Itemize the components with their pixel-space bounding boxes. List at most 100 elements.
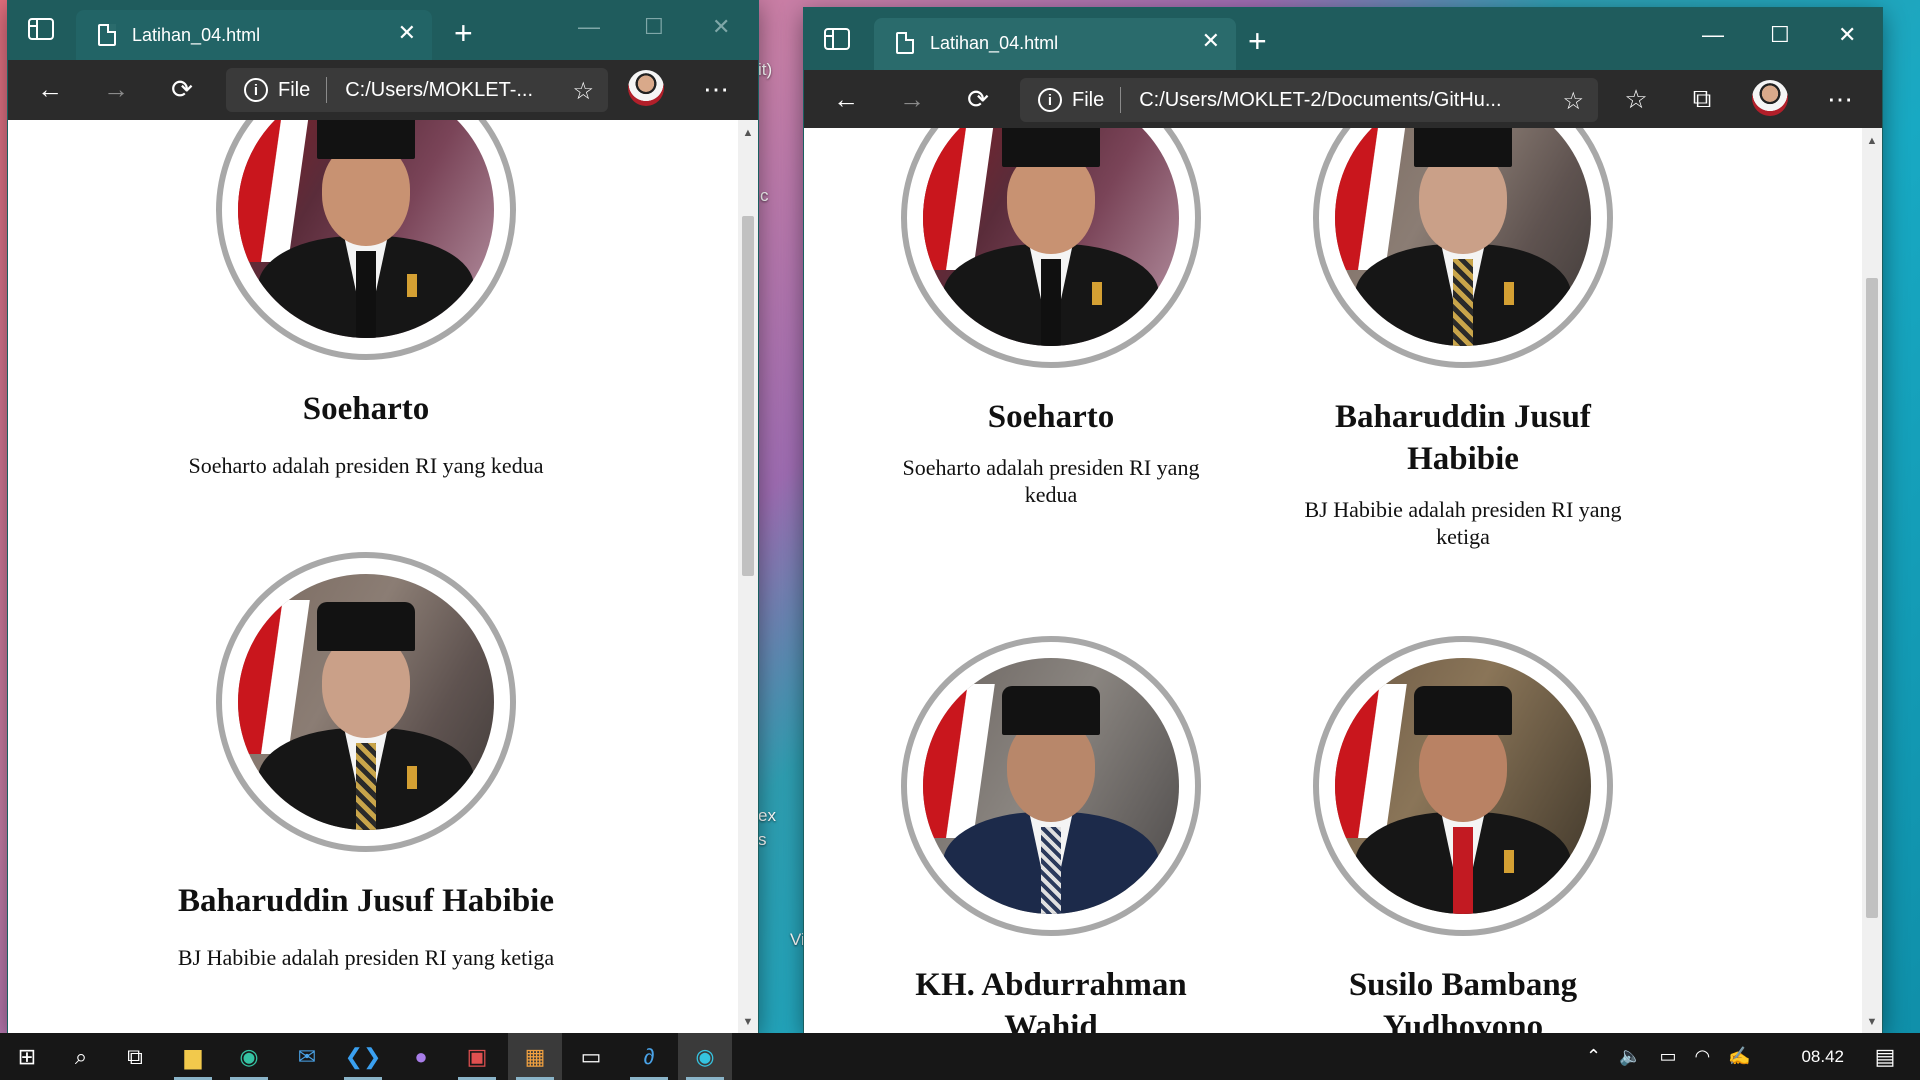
notification-icon[interactable]: ▤ bbox=[1858, 1033, 1912, 1080]
refresh-icon[interactable]: ⟳ bbox=[162, 70, 202, 108]
address-bar[interactable]: i File C:/Users/MOKLET-2/Documents/GitHu… bbox=[1020, 78, 1598, 122]
president-name: KH. Abdurrahman Wahid bbox=[915, 967, 1187, 1033]
portrait-soeharto bbox=[923, 128, 1179, 346]
president-card: KH. Abdurrahman Wahid bbox=[886, 636, 1216, 1033]
scroll-thumb[interactable] bbox=[742, 216, 754, 576]
scroll-thumb[interactable] bbox=[1866, 278, 1878, 918]
address-divider bbox=[1120, 87, 1122, 113]
scroll-up-icon[interactable]: ▲ bbox=[1862, 132, 1882, 150]
new-tab-icon[interactable]: + bbox=[1248, 25, 1267, 57]
tab-latihan[interactable]: Latihan_04.html ✕ bbox=[76, 10, 432, 62]
edge-icon[interactable]: ◉ bbox=[678, 1033, 732, 1080]
desktop-label: it) bbox=[758, 60, 773, 79]
address-scheme: File bbox=[1072, 88, 1105, 111]
desktop-label: s bbox=[758, 830, 767, 849]
forward-icon[interactable]: → bbox=[96, 70, 136, 108]
president-name: Soeharto bbox=[987, 399, 1115, 435]
taskbar: ⊞ ⌕ ⧉ ▆ ◉ ✉ ❮❯ ● ▣ ▦ ▭ ∂ ◉ ⌃ 🔈 ▭ ◠ ✍ 08.… bbox=[0, 1033, 1920, 1080]
add-favorite-icon[interactable]: ☆ bbox=[1562, 87, 1584, 116]
close-window-icon[interactable]: ✕ bbox=[712, 14, 730, 40]
portrait-gus-dur bbox=[923, 658, 1179, 914]
search-icon[interactable]: ⌕ bbox=[54, 1033, 108, 1080]
clock[interactable]: 08.42 bbox=[1801, 1047, 1844, 1067]
president-name: Susilo Bambang Yudhoyono bbox=[1348, 967, 1578, 1033]
add-favorite-icon[interactable]: ☆ bbox=[572, 77, 594, 106]
page-content: Soeharto Soeharto adalah presiden RI yan… bbox=[8, 120, 738, 1033]
tab-actions-icon[interactable] bbox=[824, 28, 850, 50]
profile-avatar[interactable] bbox=[628, 70, 664, 106]
scroll-down-icon[interactable]: ▼ bbox=[1862, 1013, 1882, 1031]
portrait-frame bbox=[216, 552, 516, 852]
president-name: Soeharto bbox=[302, 391, 430, 427]
close-tab-icon[interactable]: ✕ bbox=[1202, 30, 1220, 52]
photo-app-icon[interactable]: ▦ bbox=[508, 1033, 562, 1080]
volume-icon[interactable]: 🔈 bbox=[1619, 1046, 1641, 1067]
site-info-icon[interactable]: i bbox=[244, 78, 268, 102]
browser-window-right: Latihan_04.html ✕ + — ☐ ✕ ← → ⟳ i File C… bbox=[804, 8, 1882, 1033]
tab-title: Latihan_04.html bbox=[930, 33, 1059, 53]
mail-icon[interactable]: ✉ bbox=[280, 1033, 334, 1080]
president-desc: Soeharto adalah presiden RI yang kedua bbox=[902, 455, 1200, 507]
back-icon[interactable]: ← bbox=[826, 80, 866, 118]
wifi-icon[interactable]: ◠ bbox=[1695, 1046, 1711, 1067]
maximize-icon[interactable]: ☐ bbox=[644, 14, 664, 40]
favorites-icon[interactable]: ☆ bbox=[1616, 80, 1656, 118]
new-tab-icon[interactable]: + bbox=[454, 17, 473, 49]
minimize-icon[interactable]: — bbox=[578, 14, 600, 40]
github-desktop-icon[interactable]: ● bbox=[394, 1033, 448, 1080]
collections-icon[interactable]: ⧉ bbox=[1682, 80, 1722, 118]
desktop-label: c bbox=[760, 186, 769, 205]
president-desc: BJ Habibie adalah presiden RI yang ketig… bbox=[1304, 497, 1622, 549]
minimize-icon[interactable]: — bbox=[1702, 22, 1724, 48]
browser-toolbar: ← → ⟳ i File C:/Users/MOKLET-... ☆ ⋯ bbox=[8, 60, 758, 120]
president-card: Soeharto Soeharto adalah presiden RI yan… bbox=[886, 128, 1216, 508]
more-icon[interactable]: ⋯ bbox=[696, 70, 736, 108]
address-bar[interactable]: i File C:/Users/MOKLET-... ☆ bbox=[226, 68, 608, 112]
desktop-label: Vi bbox=[790, 930, 805, 949]
close-window-icon[interactable]: ✕ bbox=[1838, 22, 1856, 48]
address-url[interactable]: C:/Users/MOKLET-2/Documents/GitHu... bbox=[1139, 89, 1501, 112]
page-icon bbox=[896, 32, 914, 54]
scroll-down-icon[interactable]: ▼ bbox=[738, 1013, 758, 1031]
portrait-sby bbox=[1335, 658, 1591, 914]
president-desc: BJ Habibie adalah presiden RI yang ketig… bbox=[177, 945, 555, 970]
close-tab-icon[interactable]: ✕ bbox=[398, 22, 416, 44]
president-card: Susilo Bambang Yudhoyono bbox=[1298, 636, 1628, 1033]
terminal-icon[interactable]: ▭ bbox=[564, 1033, 618, 1080]
task-view-icon[interactable]: ⧉ bbox=[108, 1033, 162, 1080]
site-info-icon[interactable]: i bbox=[1038, 88, 1062, 112]
tab-strip: Latihan_04.html ✕ + — ☐ ✕ bbox=[804, 8, 1882, 70]
editor-icon[interactable]: ∂ bbox=[622, 1033, 676, 1080]
portrait-habibie bbox=[1335, 128, 1591, 346]
file-explorer-icon[interactable]: ▆ bbox=[166, 1033, 220, 1080]
portrait-frame bbox=[1313, 636, 1613, 936]
more-icon[interactable]: ⋯ bbox=[1820, 80, 1860, 118]
edge-icon[interactable]: ◉ bbox=[222, 1033, 276, 1080]
app-icon[interactable]: ▣ bbox=[450, 1033, 504, 1080]
pen-icon[interactable]: ✍ bbox=[1728, 1046, 1750, 1067]
back-icon[interactable]: ← bbox=[30, 70, 70, 108]
scroll-up-icon[interactable]: ▲ bbox=[738, 124, 758, 142]
vertical-scrollbar[interactable]: ▲ ▼ bbox=[1862, 128, 1882, 1033]
portrait-soeharto bbox=[238, 120, 494, 338]
vertical-scrollbar[interactable]: ▲ ▼ bbox=[738, 120, 758, 1033]
president-name: Baharuddin Jusuf Habibie bbox=[1335, 399, 1591, 477]
portrait-habibie bbox=[238, 574, 494, 830]
profile-avatar[interactable] bbox=[1752, 80, 1788, 116]
maximize-icon[interactable]: ☐ bbox=[1770, 22, 1790, 48]
refresh-icon[interactable]: ⟳ bbox=[958, 80, 998, 118]
tab-latihan[interactable]: Latihan_04.html ✕ bbox=[874, 18, 1236, 70]
windows-start-icon[interactable]: ⊞ bbox=[0, 1033, 54, 1080]
address-url[interactable]: C:/Users/MOKLET-... bbox=[345, 79, 533, 102]
president-card: Baharuddin Jusuf Habibie BJ Habibie adal… bbox=[146, 552, 586, 971]
portrait-frame bbox=[901, 128, 1201, 368]
portrait-frame bbox=[216, 120, 516, 360]
president-card: Baharuddin Jusuf Habibie BJ Habibie adal… bbox=[1298, 128, 1628, 550]
vscode-icon[interactable]: ❮❯ bbox=[336, 1033, 390, 1080]
address-divider bbox=[326, 77, 328, 103]
tab-actions-icon[interactable] bbox=[28, 18, 54, 40]
battery-icon[interactable]: ▭ bbox=[1660, 1046, 1677, 1067]
address-scheme: File bbox=[278, 78, 311, 101]
chevron-up-icon[interactable]: ⌃ bbox=[1586, 1046, 1601, 1067]
forward-icon[interactable]: → bbox=[892, 80, 932, 118]
